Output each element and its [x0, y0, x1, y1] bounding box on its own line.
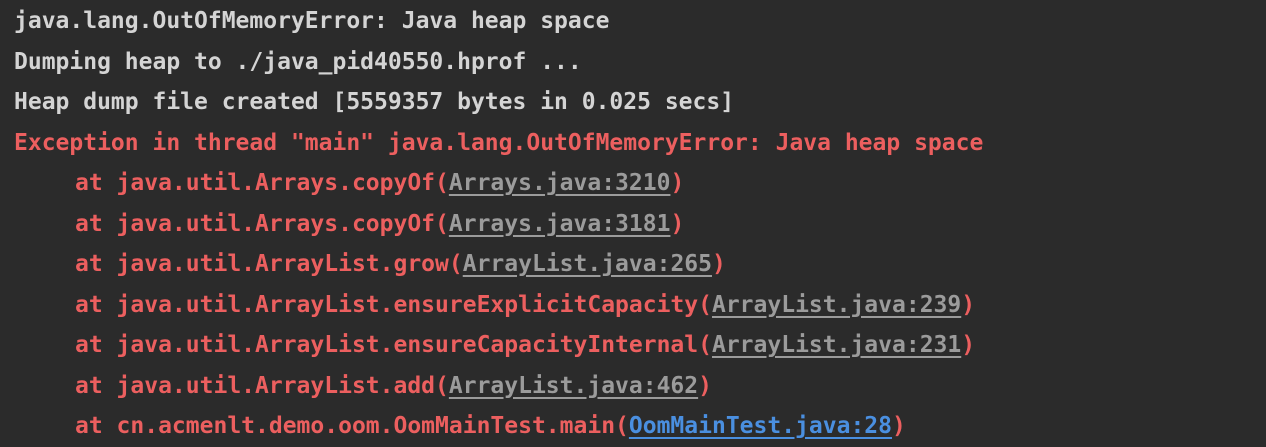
source-link[interactable]: ArrayList.java:265 — [463, 251, 712, 277]
stack-frame: at java.util.Arrays.copyOf(Arrays.java:3… — [14, 163, 1266, 204]
stack-frame-method: at java.util.ArrayList.grow( — [75, 251, 463, 277]
stack-frame-close: ) — [961, 291, 976, 318]
stack-frame-method: at java.util.Arrays.copyOf( — [75, 170, 449, 196]
stack-frame: at java.util.ArrayList.grow(ArrayList.ja… — [14, 244, 1266, 285]
console-line-dumping-heap: Dumping heap to ./java_pid40550.hprof ..… — [14, 48, 582, 75]
source-link[interactable]: ArrayList.java:231 — [712, 332, 961, 358]
stack-frame: at java.util.ArrayList.ensureExplicitCap… — [14, 285, 1266, 326]
console-output: java.lang.OutOfMemoryError: Java heap sp… — [14, 1, 1266, 447]
stack-frame-method: at java.util.ArrayList.add( — [75, 372, 449, 399]
source-link[interactable]: ArrayList.java:462 — [449, 373, 698, 399]
source-link[interactable]: Arrays.java:3210 — [449, 170, 671, 196]
source-link[interactable]: Arrays.java:3181 — [449, 211, 671, 237]
stack-frame-close: ) — [698, 372, 712, 399]
console-line-oom-message: java.lang.OutOfMemoryError: Java heap sp… — [14, 8, 610, 34]
stack-frame-close: ) — [670, 170, 685, 196]
stack-frame-close: ) — [670, 210, 685, 237]
stack-frame-close: ) — [711, 251, 726, 277]
stack-frame-method: at cn.acmenlt.demo.oom.OomMainTest.main( — [75, 413, 629, 439]
stack-frame-close: ) — [892, 413, 906, 439]
exception-header: Exception in thread "main" java.lang.Out… — [14, 129, 984, 156]
source-link[interactable]: ArrayList.java:239 — [712, 292, 961, 318]
stack-frame: at java.util.ArrayList.ensureCapacityInt… — [14, 325, 1266, 366]
source-link-user-code[interactable]: OomMainTest.java:28 — [629, 413, 892, 439]
stack-frame: at cn.acmenlt.demo.oom.OomMainTest.main(… — [14, 406, 1266, 447]
console-line-heap-dump-created: Heap dump file created [5559357 bytes in… — [14, 89, 735, 115]
stack-frame-method: at java.util.Arrays.copyOf( — [75, 210, 449, 237]
stack-frame-method: at java.util.ArrayList.ensureCapacityInt… — [75, 332, 712, 358]
stack-frame: at java.util.ArrayList.add(ArrayList.jav… — [14, 366, 1266, 407]
stack-frame-close: ) — [961, 332, 976, 358]
stack-frame-method: at java.util.ArrayList.ensureExplicitCap… — [75, 291, 712, 318]
stack-frame: at java.util.Arrays.copyOf(Arrays.java:3… — [14, 204, 1266, 245]
